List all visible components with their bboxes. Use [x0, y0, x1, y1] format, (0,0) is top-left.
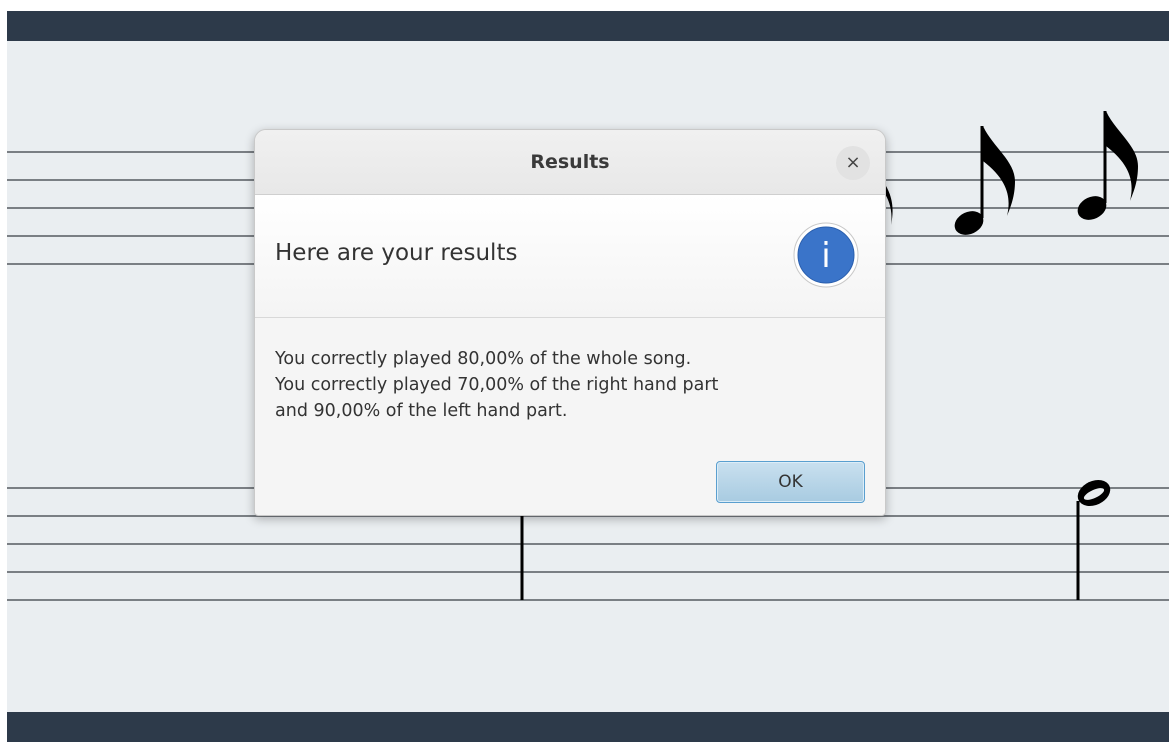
- dialog-header: Here are your results i: [255, 195, 885, 318]
- info-icon: i: [793, 222, 859, 288]
- eighth-note: [954, 126, 1015, 235]
- results-message: You correctly played 80,00% of the whole…: [275, 346, 870, 424]
- dialog-title: Results: [530, 151, 610, 173]
- dialog-titlebar[interactable]: Results ×: [255, 130, 885, 195]
- close-icon: ×: [845, 152, 861, 173]
- bottom-toolbar: [7, 712, 1169, 742]
- close-button[interactable]: ×: [836, 146, 870, 180]
- result-line-right-hand: You correctly played 70,00% of the right…: [275, 375, 719, 395]
- info-icon-letter: i: [821, 236, 830, 276]
- ok-button[interactable]: OK: [716, 461, 865, 503]
- app-window: Results × Here are your results i You co…: [7, 11, 1169, 742]
- result-line-whole-song: You correctly played 80,00% of the whole…: [275, 349, 692, 369]
- results-dialog: Results × Here are your results i You co…: [254, 129, 886, 516]
- header-text: Here are your results: [275, 240, 518, 266]
- half-note: [1076, 479, 1111, 600]
- result-line-left-hand: and 90,00% of the left hand part.: [275, 401, 568, 421]
